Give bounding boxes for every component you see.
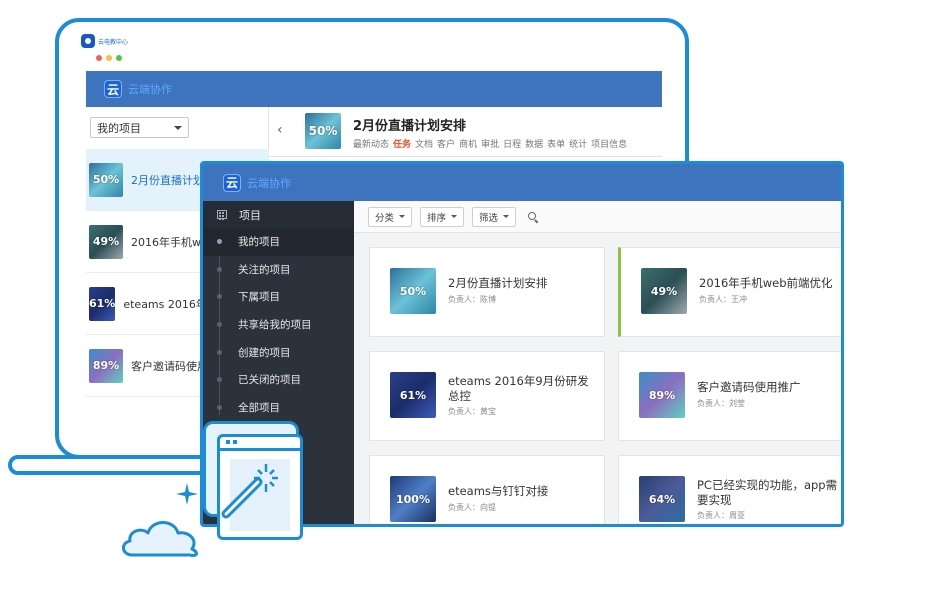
project-tabs: 最新动态 任务 文档 客户 商机 审批 日程 数据 表单 统计 项目信息 <box>353 137 627 150</box>
filter-button[interactable]: 筛选 <box>472 206 517 227</box>
project-filter-dropdown[interactable]: 我的项目 <box>90 117 189 138</box>
logo-text: 云电教中心 <box>98 38 129 46</box>
tab-active[interactable]: 任务 <box>393 137 411 150</box>
window-controls <box>96 55 122 61</box>
progress-thumb: 49% <box>89 224 123 259</box>
progress-thumb: 64% <box>639 476 685 522</box>
brand-badge[interactable]: 云 <box>223 173 241 192</box>
sidebar-item-label: 关注的项目 <box>238 263 291 276</box>
app-logo: 云电教中心 <box>81 34 128 48</box>
bullet-icon <box>217 322 222 328</box>
sort-button[interactable]: 排序 <box>420 206 465 227</box>
sparkle-icon <box>176 483 198 505</box>
category-label: 分类 <box>375 212 395 224</box>
progress-thumb: 89% <box>89 348 123 383</box>
tab[interactable]: 日程 <box>503 137 521 150</box>
sidebar-item-label: 已关闭的项目 <box>238 374 301 387</box>
project-card[interactable]: 100% eteams与钉钉对接 负责人：向锟 <box>369 455 605 524</box>
chevron-down-icon <box>399 215 406 218</box>
project-card[interactable]: 89% 客户邀请码使用推广 负责人：刘莹 <box>618 351 841 441</box>
tab[interactable]: 统计 <box>569 137 587 150</box>
tab[interactable]: 文档 <box>415 137 433 150</box>
progress-thumb: 50% <box>390 268 436 314</box>
brand-text: 云端协作 <box>128 83 172 96</box>
shield-icon <box>81 34 95 48</box>
bullet-icon <box>217 239 222 245</box>
sidebar-header[interactable]: 项目 <box>203 201 354 228</box>
bullet-icon <box>217 349 222 355</box>
sidebar-item-label: 共享给我的项目 <box>238 319 312 332</box>
close-dot[interactable] <box>96 55 102 61</box>
sidebar-title: 项目 <box>239 208 261 222</box>
progress-thumb: 100% <box>390 476 436 522</box>
sort-label: 排序 <box>427 212 447 224</box>
grid-icon <box>217 210 227 220</box>
sidebar-item-shared[interactable]: 共享给我的项目 <box>203 311 354 339</box>
project-card[interactable]: 50% 2月份直播计划安排 负责人：陈博 <box>369 247 605 337</box>
category-button[interactable]: 分类 <box>368 206 413 227</box>
sidebar-item-all[interactable]: 全部项目 <box>203 394 354 422</box>
chevron-down-icon <box>503 215 510 218</box>
project-detail-header: ‹ 50% 2月份直播计划安排 最新动态 任务 文档 客户 商机 审批 日程 数… <box>269 107 662 157</box>
progress-thumb: 89% <box>639 372 685 418</box>
card-title: eteams与钉钉对接 <box>448 484 549 498</box>
project-card[interactable]: 61% eteams 2016年9月份研发总控 负责人：黄宝 <box>369 351 605 441</box>
project-card[interactable]: 64% PC已经实现的功能，app需要实现 负责人：周亚 <box>618 455 841 524</box>
minimize-dot[interactable] <box>106 55 112 61</box>
tab[interactable]: 最新动态 <box>353 137 389 150</box>
card-title: 2月份直播计划安排 <box>448 276 548 290</box>
tab[interactable]: 审批 <box>481 137 499 150</box>
progress-thumb: 50% <box>305 113 341 149</box>
sidebar-item-subordinate[interactable]: 下属项目 <box>203 283 354 311</box>
bullet-icon <box>217 266 222 272</box>
maximize-dot[interactable] <box>116 55 122 61</box>
filter-label: 筛选 <box>479 212 499 224</box>
brand-badge[interactable]: 云 <box>104 80 122 98</box>
card-title: 2016年手机web前端优化 <box>699 276 833 290</box>
card-title: eteams 2016年9月份研发总控 <box>448 374 589 403</box>
sidebar-item-followed[interactable]: 关注的项目 <box>203 256 354 284</box>
tab[interactable]: 商机 <box>459 137 477 150</box>
progress-thumb: 49% <box>641 268 687 314</box>
sidebar-item-label: 我的项目 <box>238 236 280 249</box>
card-owner: 负责人：周亚 <box>697 511 745 520</box>
card-owner: 负责人：向锟 <box>448 503 496 512</box>
tab[interactable]: 表单 <box>547 137 565 150</box>
magic-wand-icon <box>221 464 278 519</box>
chevron-down-icon <box>451 215 458 218</box>
sidebar-item-created[interactable]: 创建的项目 <box>203 338 354 366</box>
search-icon[interactable] <box>528 211 538 222</box>
chevron-down-icon <box>174 125 182 130</box>
sidebar-item-my-projects[interactable]: 我的项目 <box>203 228 354 256</box>
sidebar-item-label: 下属项目 <box>238 291 280 304</box>
chevron-left-icon[interactable]: ‹ <box>277 122 283 138</box>
card-title: PC已经实现的功能，app需要实现 <box>697 478 838 507</box>
dropdown-label: 我的项目 <box>97 121 141 135</box>
sidebar-item-label: 创建的项目 <box>238 346 291 359</box>
brand-text: 云端协作 <box>247 176 291 190</box>
progress-thumb: 50% <box>89 162 123 197</box>
tab[interactable]: 客户 <box>437 137 455 150</box>
project-card[interactable]: 49% 2016年手机web前端优化 负责人：王冲 <box>618 247 841 337</box>
card-owner: 负责人：陈博 <box>448 295 496 304</box>
sidebar-item-closed[interactable]: 已关闭的项目 <box>203 366 354 394</box>
toolbar: 分类 排序 筛选 <box>354 201 841 233</box>
back-app-header: 云 云端协作 <box>86 71 662 107</box>
progress-thumb: 61% <box>89 286 116 321</box>
card-owner: 负责人：刘莹 <box>697 399 745 408</box>
progress-thumb: 61% <box>390 372 436 418</box>
project-title: 2月份直播计划安排 <box>353 119 467 134</box>
bullet-icon <box>217 404 222 410</box>
tab[interactable]: 数据 <box>525 137 543 150</box>
card-owner: 负责人：王冲 <box>699 295 747 304</box>
cloud-icon <box>122 521 198 557</box>
tab[interactable]: 项目信息 <box>591 137 627 150</box>
sidebar-item-label: 全部项目 <box>238 401 280 414</box>
card-title: 客户邀请码使用推广 <box>697 380 801 394</box>
bullet-icon <box>217 377 222 383</box>
front-app-header: 云 云端协作 <box>203 164 841 201</box>
bullet-icon <box>217 294 222 300</box>
card-owner: 负责人：黄宝 <box>448 407 496 416</box>
